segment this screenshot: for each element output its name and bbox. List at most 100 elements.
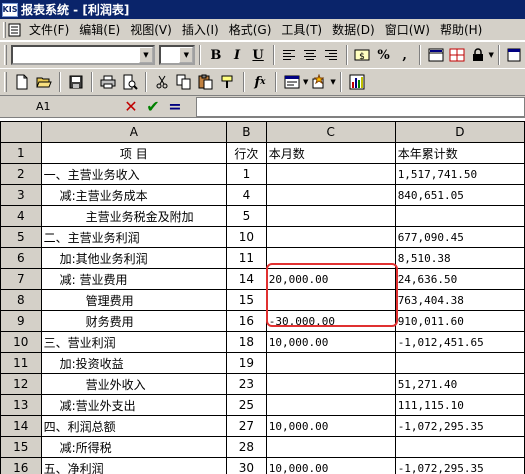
table-cell[interactable] (265, 226, 396, 248)
row-header[interactable]: 15 (0, 436, 42, 458)
table-cell[interactable]: 14 (226, 268, 267, 290)
merge-cells-button[interactable] (425, 44, 446, 66)
menu-insert[interactable]: 插入(I) (177, 21, 224, 38)
table-cell[interactable]: 840,651.05 (394, 184, 525, 206)
menu-tools[interactable]: 工具(T) (276, 21, 327, 38)
table-cell[interactable]: 10,000.00 (265, 457, 396, 474)
lock-button[interactable] (467, 44, 488, 66)
table-cell[interactable]: -1,072,295.35 (394, 415, 525, 437)
row-header[interactable]: 11 (0, 352, 42, 374)
menu-data[interactable]: 数据(D) (327, 21, 380, 38)
row-header[interactable]: 2 (0, 163, 42, 185)
font-size-select[interactable]: ▼ (158, 45, 196, 65)
table-cell[interactable] (265, 163, 396, 185)
table-cell[interactable]: 51,271.40 (394, 373, 525, 395)
chevron-down-icon[interactable]: ▼ (330, 78, 335, 86)
row-header[interactable]: 10 (0, 331, 42, 353)
row-header[interactable]: 4 (0, 205, 42, 227)
table-cell[interactable]: 15 (226, 289, 267, 311)
row-header[interactable]: 13 (0, 394, 42, 416)
table-cell[interactable] (394, 205, 525, 227)
row-header[interactable]: 3 (0, 184, 42, 206)
cancel-icon[interactable]: ✕ (120, 97, 142, 116)
select-all-corner[interactable] (0, 121, 42, 143)
table-cell[interactable]: 四、利润总额 (40, 415, 228, 437)
column-header[interactable]: C (265, 121, 396, 143)
wizard-button[interactable] (308, 71, 330, 93)
italic-button[interactable]: I (226, 44, 247, 66)
table-cell[interactable]: 主营业务税金及附加 (40, 205, 228, 227)
row-header[interactable]: 12 (0, 373, 42, 395)
table-cell[interactable]: 本年累计数 (394, 142, 525, 164)
print-button[interactable] (97, 71, 119, 93)
table-cell[interactable]: 三、营业利润 (40, 331, 228, 353)
table-cell[interactable] (265, 394, 396, 416)
format-painter-button[interactable] (217, 71, 239, 93)
align-right-button[interactable] (321, 44, 342, 66)
table-cell[interactable]: 项 目 (40, 142, 228, 164)
align-left-button[interactable] (279, 44, 300, 66)
align-center-button[interactable] (300, 44, 321, 66)
table-cell[interactable] (394, 352, 525, 374)
border-button[interactable] (446, 44, 467, 66)
row-header[interactable]: 14 (0, 415, 42, 437)
chevron-down-icon[interactable]: ▼ (488, 51, 493, 59)
table-cell[interactable]: -1,072,295.35 (394, 457, 525, 474)
menu-file[interactable]: 文件(F) (24, 21, 74, 38)
table-cell[interactable]: 管理费用 (40, 289, 228, 311)
underline-button[interactable]: U (248, 44, 269, 66)
table-cell[interactable] (265, 184, 396, 206)
table-cell[interactable]: 23 (226, 373, 267, 395)
function-button[interactable]: fx (249, 71, 271, 93)
table-cell[interactable]: 本月数 (265, 142, 396, 164)
table-cell[interactable]: 111,115.10 (394, 394, 525, 416)
open-button[interactable] (33, 71, 55, 93)
table-cell[interactable]: 减:所得税 (40, 436, 228, 458)
document-menu-icon[interactable] (8, 23, 22, 37)
row-header[interactable]: 6 (0, 247, 42, 269)
menu-view[interactable]: 视图(V) (125, 21, 177, 38)
table-cell[interactable]: 二、主营业务利润 (40, 226, 228, 248)
row-header[interactable]: 16 (0, 457, 42, 474)
table-cell[interactable]: 4 (226, 184, 267, 206)
table-cell[interactable] (265, 205, 396, 227)
column-header[interactable]: A (40, 121, 228, 143)
table-cell[interactable]: -1,012,451.65 (394, 331, 525, 353)
table-cell[interactable]: 8,510.38 (394, 247, 525, 269)
table-cell[interactable]: 5 (226, 205, 267, 227)
table-cell[interactable]: 25 (226, 394, 267, 416)
table-cell[interactable] (265, 289, 396, 311)
currency-button[interactable]: $ (352, 44, 373, 66)
font-name-select[interactable]: ▼ (10, 45, 155, 65)
table-cell[interactable]: 营业外收入 (40, 373, 228, 395)
column-header[interactable]: D (394, 121, 525, 143)
chart-button[interactable] (346, 71, 368, 93)
table-cell[interactable]: 763,404.38 (394, 289, 525, 311)
table-cell[interactable]: 减:营业外支出 (40, 394, 228, 416)
row-header[interactable]: 9 (0, 310, 42, 332)
table-cell[interactable]: 五、净利润 (40, 457, 228, 474)
table-cell[interactable] (394, 436, 525, 458)
menu-window[interactable]: 窗口(W) (380, 21, 435, 38)
table-cell[interactable]: 24,636.50 (394, 268, 525, 290)
formula-input[interactable] (196, 97, 525, 117)
table-cell[interactable]: 910,011.60 (394, 310, 525, 332)
table-cell[interactable]: 加:其他业务利润 (40, 247, 228, 269)
table-cell[interactable]: 16 (226, 310, 267, 332)
comma-button[interactable]: , (394, 44, 415, 66)
row-header[interactable]: 5 (0, 226, 42, 248)
table-cell[interactable]: 27 (226, 415, 267, 437)
table-cell[interactable] (265, 352, 396, 374)
column-header[interactable]: B (226, 121, 267, 143)
table-cell[interactable]: 20,000.00 (265, 268, 396, 290)
percent-button[interactable]: % (373, 44, 394, 66)
cell-reference[interactable]: A1 (0, 98, 120, 116)
menu-edit[interactable]: 编辑(E) (74, 21, 125, 38)
table-cell[interactable]: -30,000.00 (265, 310, 396, 332)
table-cell[interactable] (265, 373, 396, 395)
table-cell[interactable]: 10,000.00 (265, 331, 396, 353)
toolbar-more-button[interactable] (504, 44, 525, 66)
table-cell[interactable]: 1 (226, 163, 267, 185)
table-cell[interactable]: 18 (226, 331, 267, 353)
cut-button[interactable] (151, 71, 173, 93)
